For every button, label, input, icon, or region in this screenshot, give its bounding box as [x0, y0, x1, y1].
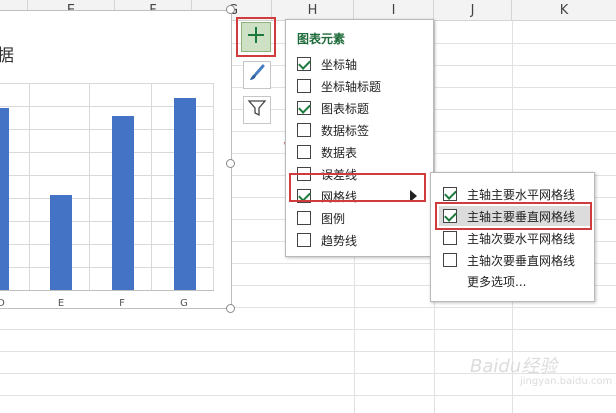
chart-area[interactable]: 据 D E F G — [0, 10, 232, 309]
gridlines-submenu: 主轴主要水平网格线 主轴主要垂直网格线 主轴次要水平网格线 主轴次要垂直网格线 … — [430, 172, 595, 302]
submenu-item-minor-horizontal[interactable]: 主轴次要水平网格线 — [443, 228, 575, 248]
submenu-item-major-horizontal[interactable]: 主轴主要水平网格线 — [443, 184, 575, 204]
panel-item-label: 图表标题 — [321, 101, 370, 116]
x-axis-label: E — [57, 298, 65, 309]
grid-line — [0, 395, 616, 396]
bar-F[interactable] — [112, 116, 134, 291]
resize-handle[interactable] — [226, 304, 235, 313]
highlight-box — [435, 202, 592, 230]
checkbox[interactable] — [297, 145, 311, 159]
vertical-gridline — [151, 83, 152, 291]
panel-item-axes[interactable]: 坐标轴 — [297, 54, 357, 74]
vertical-gridline — [213, 83, 214, 291]
x-axis-label: D — [0, 298, 5, 309]
column-header-h[interactable]: H — [272, 0, 354, 21]
x-axis-label: G — [180, 298, 188, 309]
checkbox[interactable] — [297, 123, 311, 137]
submenu-item-label: 主轴主要水平网格线 — [467, 187, 576, 202]
panel-item-legend[interactable]: 图例 — [297, 208, 345, 228]
watermark: Baidu经验 — [470, 356, 558, 377]
checkbox[interactable] — [297, 233, 311, 247]
resize-handle[interactable] — [226, 159, 235, 168]
x-axis-label: F — [119, 298, 125, 309]
checkbox[interactable] — [443, 231, 457, 245]
checkbox[interactable] — [297, 57, 311, 71]
submenu-item-label: 主轴次要水平网格线 — [467, 231, 576, 246]
checkbox[interactable] — [297, 101, 311, 115]
panel-item-trendline[interactable]: 趋势线 — [297, 230, 357, 250]
chart-elements-panel: 图表元素 坐标轴 坐标轴标题 图表标题 数据标签 数据表 误差线 网格线 图例 … — [285, 19, 434, 257]
vertical-gridline — [89, 83, 90, 291]
horizontal-gridline — [0, 83, 214, 84]
highlight-box — [236, 17, 276, 57]
spreadsheet-sheet: E F G H I J K 据 — [0, 0, 616, 413]
resize-handle[interactable] — [226, 5, 235, 14]
chart-title[interactable]: 据 — [0, 41, 14, 66]
chart-filters-button[interactable] — [243, 96, 271, 124]
panel-item-label: 图例 — [321, 211, 346, 226]
submenu-more-options[interactable]: 更多选项... — [467, 271, 526, 291]
checkbox[interactable] — [297, 79, 311, 93]
chart-styles-button[interactable] — [243, 61, 271, 89]
watermark-url: jingyan.baidu.com — [520, 376, 613, 387]
submenu-item-minor-vertical[interactable]: 主轴次要垂直网格线 — [443, 250, 575, 270]
panel-item-label: 坐标轴 — [321, 57, 358, 72]
column-header-i[interactable]: I — [354, 0, 434, 21]
checkbox[interactable] — [297, 211, 311, 225]
x-axis-line — [0, 290, 214, 291]
bar-G[interactable] — [174, 98, 196, 291]
vertical-gridline — [29, 83, 30, 291]
grid-line — [0, 329, 616, 330]
panel-title: 图表元素 — [297, 32, 346, 46]
bar-E[interactable] — [50, 195, 72, 291]
submenu-item-label: 主轴次要垂直网格线 — [467, 253, 576, 268]
panel-item-label: 趋势线 — [321, 233, 358, 248]
panel-item-label: 坐标轴标题 — [321, 79, 382, 94]
panel-item-data-table[interactable]: 数据表 — [297, 142, 357, 162]
column-header-j[interactable]: J — [434, 0, 512, 21]
brush-icon — [247, 63, 267, 87]
bar-D[interactable] — [0, 108, 9, 291]
checkbox[interactable] — [443, 253, 457, 267]
panel-item-data-labels[interactable]: 数据标签 — [297, 120, 369, 140]
highlight-box — [289, 173, 426, 202]
panel-item-label: 数据标签 — [321, 123, 370, 138]
panel-item-chart-title[interactable]: 图表标题 — [297, 98, 369, 118]
checkbox[interactable] — [443, 187, 457, 201]
funnel-icon — [247, 98, 267, 122]
plot-area[interactable] — [0, 83, 214, 291]
column-header-k[interactable]: K — [512, 0, 616, 21]
panel-item-axis-titles[interactable]: 坐标轴标题 — [297, 76, 381, 96]
panel-item-label: 数据表 — [321, 145, 358, 160]
